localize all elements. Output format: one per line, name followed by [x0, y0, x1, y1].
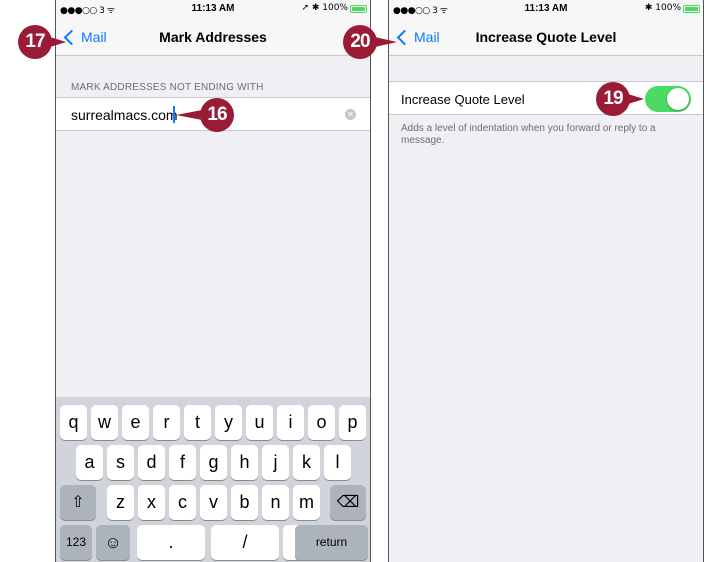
- section-header: MARK ADDRESSES NOT ENDING WITH: [71, 82, 264, 93]
- key-o[interactable]: o: [308, 405, 335, 440]
- key-k[interactable]: k: [293, 445, 320, 480]
- key-h[interactable]: h: [231, 445, 258, 480]
- key-v[interactable]: v: [200, 485, 227, 520]
- callout-arrow-17: [50, 37, 66, 47]
- return-key[interactable]: return: [295, 525, 368, 560]
- callout-arrow-20: [375, 37, 397, 47]
- period-key[interactable]: .: [137, 525, 205, 560]
- increase-quote-level-toggle[interactable]: [645, 86, 691, 112]
- key-a[interactable]: a: [76, 445, 103, 480]
- key-m[interactable]: m: [293, 485, 320, 520]
- mark-addresses-screen: ●●●○○ 3 ᯤ 11:13 AM ➚ ✱ 100% Mail Mark Ad…: [55, 0, 371, 562]
- setting-description: Adds a level of indentation when you for…: [401, 123, 656, 146]
- slash-key[interactable]: /: [211, 525, 279, 560]
- delete-key[interactable]: ⌫: [330, 485, 366, 520]
- status-bar: ●●●○○ 3 ᯤ 11:13 AM ➚ ✱ 100%: [56, 0, 370, 18]
- key-y[interactable]: y: [215, 405, 242, 440]
- toggle-knob: [667, 88, 689, 110]
- callout-arrow-16: [176, 110, 202, 120]
- battery-icon: [683, 5, 700, 13]
- key-q[interactable]: q: [60, 405, 87, 440]
- key-i[interactable]: i: [277, 405, 304, 440]
- key-d[interactable]: d: [138, 445, 165, 480]
- key-u[interactable]: u: [246, 405, 273, 440]
- key-s[interactable]: s: [107, 445, 134, 480]
- key-z[interactable]: z: [107, 485, 134, 520]
- key-g[interactable]: g: [200, 445, 227, 480]
- status-indicators: ➚ ✱ 100%: [301, 3, 348, 13]
- numbers-key[interactable]: 123: [60, 525, 92, 560]
- status-bar: ●●●○○ 3 ᯤ 11:13 AM ✱ 100%: [389, 0, 703, 18]
- key-c[interactable]: c: [169, 485, 196, 520]
- key-w[interactable]: w: [91, 405, 118, 440]
- key-x[interactable]: x: [138, 485, 165, 520]
- row-label: Increase Quote Level: [401, 92, 525, 107]
- text-cursor: [173, 106, 175, 123]
- key-n[interactable]: n: [262, 485, 289, 520]
- shift-key[interactable]: ⇧: [60, 485, 96, 520]
- navigation-bar: Mail Increase Quote Level: [389, 18, 703, 56]
- key-t[interactable]: t: [184, 405, 211, 440]
- key-j[interactable]: j: [262, 445, 289, 480]
- key-l[interactable]: l: [324, 445, 351, 480]
- key-f[interactable]: f: [169, 445, 196, 480]
- step-callout-19: 19: [596, 82, 630, 116]
- key-p[interactable]: p: [339, 405, 366, 440]
- address-input[interactable]: surrealmacs.com: [71, 107, 178, 123]
- key-b[interactable]: b: [231, 485, 258, 520]
- key-r[interactable]: r: [153, 405, 180, 440]
- clear-text-button[interactable]: ✕: [345, 109, 356, 120]
- navigation-bar: Mail Mark Addresses: [56, 18, 370, 56]
- emoji-key[interactable]: ☺: [96, 525, 130, 560]
- page-title: Increase Quote Level: [475, 29, 617, 45]
- increase-quote-level-row: Increase Quote Level: [389, 81, 703, 115]
- key-e[interactable]: e: [122, 405, 149, 440]
- callout-arrow-19: [628, 94, 644, 104]
- step-callout-16: 16: [200, 98, 234, 132]
- battery-icon: [350, 5, 367, 13]
- step-callout-17: 17: [18, 25, 52, 59]
- step-callout-20: 20: [343, 25, 377, 59]
- status-indicators: ✱ 100%: [644, 3, 681, 13]
- increase-quote-level-screen: ●●●○○ 3 ᯤ 11:13 AM ✱ 100% Mail Increase …: [388, 0, 704, 562]
- page-title: Mark Addresses: [159, 29, 267, 45]
